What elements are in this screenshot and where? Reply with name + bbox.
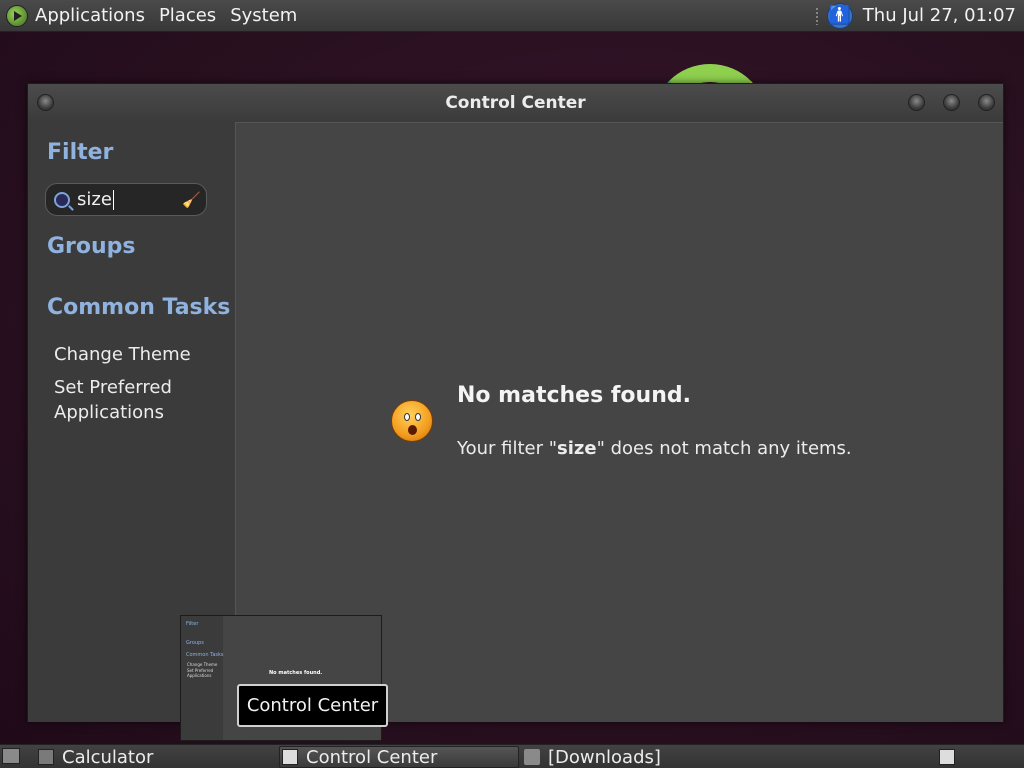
taskbar-calculator[interactable]: Calculator (38, 746, 274, 768)
common-tasks-heading: Common Tasks (47, 295, 231, 320)
thumbnail-task-3: Applications (187, 673, 212, 678)
thumbnail-common-tasks: Common Tasks (186, 652, 224, 658)
groups-heading[interactable]: Groups (47, 234, 136, 259)
top-panel: Applications Places System 🚹 Thu Jul 27,… (0, 0, 1024, 32)
filter-heading: Filter (47, 140, 114, 165)
panel-separator[interactable] (814, 6, 819, 25)
thumbnail-no-match: No matches found. (269, 670, 323, 676)
text-caret (112, 190, 114, 210)
change-theme-link[interactable]: Change Theme (54, 342, 224, 367)
taskbar-downloads-label: [Downloads] (548, 746, 661, 768)
search-input-value: size (77, 189, 112, 210)
applications-menu[interactable]: Applications (28, 5, 152, 26)
places-menu[interactable]: Places (152, 5, 223, 26)
maximize-button[interactable] (943, 94, 960, 111)
clock[interactable]: Thu Jul 27, 01:07 (863, 5, 1016, 26)
message-term: size (557, 438, 597, 459)
control-center-window: Control Center Filter size 🧹 Groups Comm… (27, 83, 1004, 722)
search-icon (54, 191, 70, 208)
window-titlebar[interactable]: Control Center (28, 84, 1003, 122)
no-matches-title: No matches found. (457, 383, 691, 408)
folder-icon (524, 749, 540, 765)
no-matches-message: Your filter "size" does not match any it… (457, 438, 852, 459)
calculator-icon (38, 749, 54, 765)
icon-eye-right (415, 413, 421, 421)
minimize-button[interactable] (908, 94, 925, 111)
window-title: Control Center (445, 93, 586, 113)
taskbar-downloads[interactable]: [Downloads] (524, 746, 824, 768)
show-desktop-button[interactable] (2, 748, 20, 764)
menu-logo-icon[interactable] (6, 4, 28, 27)
system-menu[interactable]: System (223, 5, 304, 26)
thumbnail-sidebar (181, 616, 223, 740)
window-menu-button[interactable] (37, 94, 54, 111)
search-input[interactable]: size (77, 189, 182, 210)
thumbnail-task-1: Change Theme (187, 662, 218, 667)
thumbnail-filter: Filter (186, 621, 199, 627)
bottom-panel: Calculator Control Center [Downloads] (0, 744, 1024, 768)
taskbar-control-center[interactable]: Control Center (279, 746, 519, 768)
message-suffix: " does not match any items. (596, 438, 852, 459)
taskbar-tooltip: Control Center (237, 684, 388, 727)
taskbar-calculator-label: Calculator (62, 746, 154, 768)
set-preferred-applications-link[interactable]: Set Preferred Applications (54, 375, 224, 425)
shocked-face-icon (391, 400, 433, 442)
control-center-icon (282, 749, 298, 765)
workspace-icon (939, 749, 955, 765)
filter-search-field[interactable]: size 🧹 (45, 183, 207, 216)
message-prefix: Your filter " (457, 438, 558, 459)
icon-eye-left (404, 413, 410, 421)
icon-mouth (408, 425, 417, 435)
close-button[interactable] (978, 94, 995, 111)
thumbnail-groups: Groups (186, 640, 204, 646)
workspace-switcher[interactable] (939, 746, 959, 768)
clear-broom-icon[interactable]: 🧹 (182, 191, 201, 209)
taskbar-control-center-label: Control Center (306, 746, 438, 768)
accessibility-icon[interactable]: 🚹 (826, 2, 853, 29)
